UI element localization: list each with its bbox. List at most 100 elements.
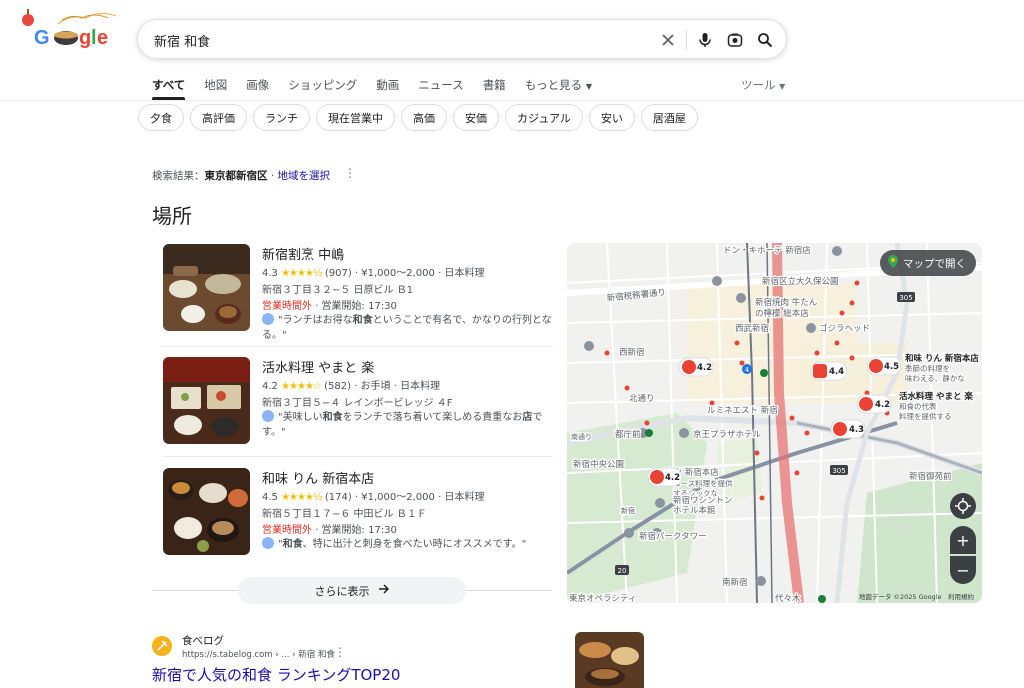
star-rating-icon: ★★★★½ bbox=[281, 268, 323, 279]
rating-value: 4.3 bbox=[262, 268, 278, 279]
route-305-label: 305 bbox=[899, 294, 912, 302]
map-place-label: 季節の料理を bbox=[905, 363, 950, 373]
show-more-button[interactable]: さらに表示 bbox=[238, 577, 466, 604]
chip-inexpensive[interactable]: 安価 bbox=[453, 104, 499, 131]
map-label: ホテル本館 bbox=[673, 505, 716, 516]
star-rating-icon: ★★★★½ bbox=[281, 492, 323, 503]
microphone-icon[interactable] bbox=[695, 30, 715, 50]
pin-rating: 4.2 bbox=[665, 473, 680, 483]
chip-dinner[interactable]: 夕食 bbox=[138, 104, 184, 131]
google-doodle-logo[interactable]: G g l e bbox=[18, 6, 130, 58]
map-label: 新宿焼肉 牛たん bbox=[755, 297, 818, 308]
places-heading: 場所 bbox=[152, 204, 192, 228]
map-rating-pin[interactable]: 4.3 bbox=[830, 419, 866, 439]
place-photo bbox=[163, 468, 250, 555]
zoom-out-button[interactable]: − bbox=[950, 556, 976, 584]
place-hours: 営業時間外 · 営業開始: 17:30 bbox=[262, 297, 397, 312]
map-label: 新宿 bbox=[621, 506, 635, 515]
pin-rating: 4.4 bbox=[829, 367, 844, 377]
review-highlight: 和食 bbox=[352, 315, 373, 326]
map-label: 東京オペラシティ bbox=[569, 593, 636, 603]
location-prefix: 検索結果： bbox=[152, 170, 205, 182]
chip-cheap[interactable]: 安い bbox=[588, 104, 635, 131]
open-in-maps-button[interactable]: マップで開く bbox=[880, 250, 976, 276]
tab-images[interactable]: 画像 bbox=[246, 77, 269, 101]
place-review: "美味しい和食をランチで落ち着いて楽しめる貴重なお店です。" bbox=[262, 410, 552, 440]
open-in-maps-label: マップで開く bbox=[903, 257, 966, 270]
place-name: 活水料理 やまと 楽 bbox=[262, 361, 375, 376]
place-listing-nakajima[interactable]: 新宿割烹 中嶋 4.3 ★★★★½ (907) · ¥1,000〜2,000 ·… bbox=[163, 244, 553, 344]
search-input[interactable]: 新宿 和食 bbox=[154, 31, 210, 50]
zoom-in-button[interactable]: + bbox=[950, 526, 976, 554]
chip-top-rated[interactable]: 高評価 bbox=[190, 104, 247, 131]
review-count: (582) bbox=[324, 381, 351, 392]
more-options-icon[interactable]: ⋮ bbox=[344, 166, 356, 180]
map-rating-pin[interactable]: 4.5 bbox=[866, 356, 902, 376]
pin-rating: 4.5 bbox=[884, 362, 899, 372]
map-panel[interactable]: 305 305 4 20 ドン・キホーテ 新宿店 新宿区立大久保公園 新宿税務署… bbox=[567, 243, 982, 603]
place-address: 新宿３丁目３２−５ 日原ビル Ｂ1 bbox=[262, 285, 414, 296]
map-label: 新宿御苑前 bbox=[909, 471, 952, 482]
result-title-link[interactable]: 新宿で人気の和食 ランキングTOP20 bbox=[152, 664, 400, 685]
clear-icon[interactable] bbox=[658, 30, 678, 50]
map-attribution: 地図データ ©2025 Google 利用規約 bbox=[858, 593, 974, 601]
map-rating-pin[interactable]: 4.2 bbox=[647, 467, 683, 487]
lens-camera-icon[interactable] bbox=[725, 30, 745, 50]
review-text: をランチで落ち着いて楽しめる貴重なお bbox=[342, 412, 523, 423]
chip-casual[interactable]: カジュアル bbox=[505, 104, 583, 131]
listing-divider bbox=[163, 346, 553, 347]
place-review: "ランチはお得な和食ということで有名で、かなりの行列となる。" bbox=[262, 313, 552, 343]
header-divider bbox=[0, 100, 1024, 101]
place-rating-row: 4.2 ★★★★☆ (582) · お手頃 · 日本料理 bbox=[262, 381, 441, 392]
review-text: "ランチはお得な bbox=[278, 315, 353, 326]
search-tabs: すべて 地図 画像 ショッピング 動画 ニュース 書籍 もっと見る ▼ bbox=[152, 77, 592, 101]
tab-more[interactable]: もっと見る ▼ bbox=[525, 77, 592, 101]
tab-videos[interactable]: 動画 bbox=[376, 77, 399, 101]
chip-expensive[interactable]: 高価 bbox=[401, 104, 447, 131]
place-category: 日本料理 bbox=[444, 492, 485, 503]
chip-lunch[interactable]: ランチ bbox=[253, 104, 310, 131]
chip-open-now[interactable]: 現在営業中 bbox=[316, 104, 395, 131]
search-divider bbox=[686, 30, 687, 50]
tab-news[interactable]: ニュース bbox=[418, 77, 463, 101]
tab-all[interactable]: すべて bbox=[152, 77, 186, 101]
map-label: ゴジラヘッド bbox=[819, 323, 870, 334]
map-label: 新宿パークタワー bbox=[639, 531, 707, 542]
tab-shopping[interactable]: ショッピング bbox=[288, 77, 357, 101]
map-place-label: 味わえる、静かな bbox=[905, 373, 965, 383]
chip-izakaya[interactable]: 居酒屋 bbox=[640, 104, 698, 131]
place-listing-yamato[interactable]: 活水料理 やまと 楽 4.2 ★★★★☆ (582) · お手頃 · 日本料理 … bbox=[163, 357, 553, 447]
tab-books[interactable]: 書籍 bbox=[483, 77, 506, 101]
map-label: ドン・キホーテ 新宿店 bbox=[723, 245, 811, 256]
tools-button[interactable]: ツール ▼ bbox=[741, 77, 785, 93]
map-place-label: 料理を提供する bbox=[899, 411, 952, 421]
result-thumbnail[interactable] bbox=[575, 632, 644, 688]
more-options-icon[interactable]: ⋮ bbox=[334, 645, 346, 659]
star-rating-icon: ★★★★☆ bbox=[281, 381, 322, 392]
place-name: 新宿割烹 中嶋 bbox=[262, 248, 345, 263]
search-box[interactable]: 新宿 和食 bbox=[137, 19, 787, 59]
tab-maps[interactable]: 地図 bbox=[204, 77, 227, 101]
map-rating-pin[interactable]: 4.2 bbox=[856, 394, 892, 414]
place-address: 新宿３丁目５−４ レインボービレッジ ４F bbox=[262, 398, 453, 409]
show-more-label: さらに表示 bbox=[314, 584, 370, 598]
map-rating-pin[interactable]: 4.2 bbox=[678, 357, 714, 377]
pin-rating: 4.2 bbox=[875, 400, 890, 410]
result-url[interactable]: https://s.tabelog.com › ... › 新宿 和食 bbox=[182, 648, 335, 660]
location-line: 検索結果：東京都新宿区 · 地域を選択 bbox=[152, 168, 330, 183]
place-listing-warin[interactable]: 和味 りん 新宿本店 4.5 ★★★★½ (174) · ¥1,000〜2,00… bbox=[163, 468, 553, 558]
my-location-button[interactable] bbox=[950, 493, 976, 519]
place-rating-row: 4.3 ★★★★½ (907) · ¥1,000〜2,000 · 日本料理 bbox=[262, 268, 485, 279]
tabelog-favicon bbox=[152, 636, 172, 656]
route-305-label: 305 bbox=[832, 467, 845, 475]
place-status: 営業時間外 bbox=[262, 525, 312, 536]
tab-more-label: もっと見る bbox=[524, 78, 583, 92]
review-text: 、特に出汁と刺身を食べたい時にオススメです。" bbox=[302, 539, 527, 550]
place-review: "和食、特に出汁と刺身を食べたい時にオススメです。" bbox=[262, 537, 552, 552]
svg-text:g: g bbox=[79, 27, 91, 49]
place-hours: 営業時間外 · 営業開始: 17:30 bbox=[262, 521, 397, 536]
choose-area-link[interactable]: 地域を選択 bbox=[278, 170, 331, 182]
map-rating-pin[interactable]: 4.4 bbox=[810, 361, 848, 381]
search-icon[interactable] bbox=[755, 30, 775, 50]
map-label: 西武新宿 bbox=[735, 323, 769, 334]
